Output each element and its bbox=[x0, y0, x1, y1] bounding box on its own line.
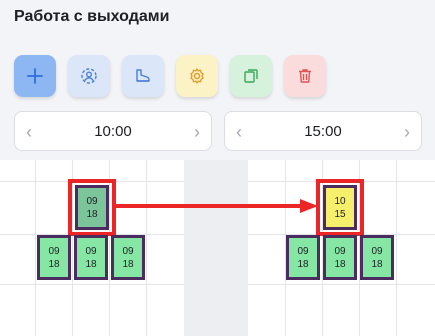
source-highlight-box bbox=[68, 179, 116, 236]
shoe-icon bbox=[136, 69, 150, 82]
shift-end: 18 bbox=[371, 258, 383, 270]
shift-end: 18 bbox=[297, 258, 309, 270]
shoe-button[interactable] bbox=[122, 55, 164, 97]
delete-button[interactable] bbox=[284, 55, 326, 97]
shift-start: 09 bbox=[297, 245, 309, 257]
settings-button[interactable] bbox=[176, 55, 218, 97]
shift-end: 18 bbox=[85, 258, 97, 270]
trash-icon bbox=[299, 69, 311, 83]
shift-end: 18 bbox=[334, 258, 346, 270]
users-button[interactable] bbox=[68, 55, 110, 97]
copy-button[interactable] bbox=[230, 55, 272, 97]
time-picker-left[interactable]: ‹ 10:00 › bbox=[14, 111, 212, 151]
shift-start: 09 bbox=[334, 245, 346, 257]
shift-start: 09 bbox=[48, 245, 60, 257]
move-arrow-icon bbox=[114, 199, 318, 213]
page-title: Работа с выходами bbox=[14, 8, 170, 25]
header: Работа с выходами bbox=[0, 0, 435, 38]
target-highlight-box bbox=[316, 179, 364, 236]
shift-start: 09 bbox=[122, 245, 134, 257]
shift-cell[interactable]: 09 18 bbox=[323, 235, 357, 280]
shift-cell[interactable]: 09 18 bbox=[360, 235, 394, 280]
chevron-right-icon[interactable]: › bbox=[185, 112, 209, 152]
time-picker-right[interactable]: ‹ 15:00 › bbox=[224, 111, 422, 151]
add-button[interactable] bbox=[14, 55, 56, 97]
time-value-left: 10:00 bbox=[94, 123, 132, 140]
copy-icon bbox=[244, 69, 258, 83]
plus-icon bbox=[27, 68, 43, 84]
gear-icon bbox=[190, 68, 204, 84]
schedule-area: 09 18 09 18 09 18 09 18 10 15 09 18 09 1… bbox=[0, 160, 435, 336]
shift-end: 18 bbox=[48, 258, 60, 270]
shift-start: 09 bbox=[371, 245, 383, 257]
shift-cell[interactable]: 09 18 bbox=[111, 235, 145, 280]
shift-end: 18 bbox=[122, 258, 134, 270]
shift-cell[interactable]: 09 18 bbox=[37, 235, 71, 280]
chevron-right-icon[interactable]: › bbox=[395, 112, 419, 152]
shift-cell[interactable]: 09 18 bbox=[286, 235, 320, 280]
time-value-right: 15:00 bbox=[304, 123, 342, 140]
toolbar bbox=[0, 55, 435, 100]
user-circle-icon bbox=[81, 68, 97, 84]
shift-start: 09 bbox=[85, 245, 97, 257]
shift-cell[interactable]: 09 18 bbox=[74, 235, 108, 280]
